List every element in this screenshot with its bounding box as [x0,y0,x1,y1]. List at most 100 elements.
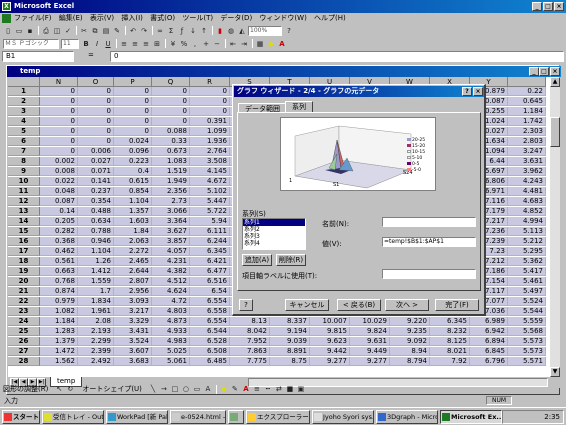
row-header[interactable]: 1 [8,87,40,96]
grid-cell[interactable]: 1.379 [40,337,78,346]
scroll-down-button[interactable]: ▼ [550,367,560,377]
formula-input[interactable]: 0 [110,51,564,62]
grid-cell[interactable]: 5.025 [152,347,190,356]
grid-cell[interactable]: 2.272 [114,247,152,256]
name-box[interactable]: B1 [2,51,74,62]
grid-cell[interactable]: 4.481 [508,187,546,196]
grid-cell[interactable]: 4.983 [152,337,190,346]
close-button[interactable]: × [554,2,564,11]
grid-cell[interactable]: 1.7 [78,287,114,296]
grid-cell[interactable]: 6.554 [190,297,230,306]
grid-cell[interactable]: 2.08 [78,317,114,326]
grid-cell[interactable]: 4.145 [190,167,230,176]
grid-cell[interactable]: 1.84 [114,227,152,236]
row-header[interactable]: 20 [8,277,40,286]
grid-cell[interactable]: 6.508 [190,347,230,356]
menu-tools[interactable]: ツール(T) [182,14,213,22]
grid-cell[interactable]: 2.063 [114,237,152,246]
grid-cell[interactable]: 3.247 [508,147,546,156]
formula-equals[interactable]: = [88,51,94,59]
merge-center-icon[interactable]: ⊞ [152,39,162,49]
textbox-icon[interactable]: ▭ [192,384,202,394]
row-header[interactable]: 19 [8,267,40,276]
grid-cell[interactable]: 4.873 [152,317,190,326]
grid-cell[interactable]: 0.002 [40,157,78,166]
grid-cell[interactable]: 0.096 [114,147,152,156]
decrease-decimal-icon[interactable]: − [212,39,222,49]
open-file-icon[interactable]: ▭ [14,26,24,36]
grid-cell[interactable]: 2.807 [114,277,152,286]
grid-cell[interactable]: 9.277 [310,357,350,366]
bold-icon[interactable]: B [81,39,91,49]
percent-icon[interactable]: % [179,39,189,49]
row-header[interactable]: 18 [8,257,40,266]
row-header[interactable]: 26 [8,337,40,346]
increase-decimal-icon[interactable]: + [201,39,211,49]
grid-cell[interactable]: 4.231 [152,257,190,266]
grid-cell[interactable]: 6.244 [190,237,230,246]
grid-cell[interactable]: 0 [114,107,152,116]
series-item[interactable]: 系列2 [243,226,305,233]
grid-cell[interactable]: 5.102 [190,187,230,196]
grid-cell[interactable]: 0.874 [40,287,78,296]
grid-cell[interactable]: 0 [78,107,114,116]
oval-icon[interactable]: ○ [181,384,191,394]
grid-cell[interactable]: 5.559 [508,317,546,326]
dialog-help-icon[interactable]: ? [462,87,472,96]
dialog-close-icon[interactable]: × [473,87,483,96]
grid-cell[interactable]: 0.663 [40,267,78,276]
line-color-icon[interactable]: ✎ [230,384,240,394]
grid-cell[interactable]: 7.92 [430,357,470,366]
grid-cell[interactable]: 6.796 [470,357,508,366]
grid-cell[interactable]: 0 [190,107,230,116]
row-header[interactable]: 17 [8,247,40,256]
select-objects-icon[interactable]: ↖ [54,384,64,394]
grid-cell[interactable]: 6.516 [190,277,230,286]
grid-cell[interactable]: 0.22 [508,87,546,96]
grid-cell[interactable]: 0.368 [40,237,78,246]
grid-cell[interactable]: 6.477 [190,267,230,276]
grid-cell[interactable]: 0.048 [40,187,78,196]
draw-font-color-icon[interactable]: A [241,384,251,394]
grid-cell[interactable]: 0.354 [78,197,114,206]
grid-cell[interactable]: 5.573 [508,347,546,356]
maximize-button[interactable]: □ [543,2,553,11]
row-header[interactable]: 5 [8,127,40,136]
grid-cell[interactable]: 9.277 [350,357,390,366]
grid-cell[interactable]: 3.431 [114,327,152,336]
row-header[interactable]: 6 [8,137,40,146]
font-color-icon[interactable]: A [277,39,287,49]
borders-icon[interactable]: ▦ [255,39,265,49]
grid-cell[interactable]: 6.345 [190,247,230,256]
comma-icon[interactable]: , [190,39,200,49]
grid-cell[interactable]: 5.461 [508,277,546,286]
draw-menu-button[interactable]: 図形の調整(R) [3,384,48,394]
row-header[interactable]: 11 [8,187,40,196]
grid-cell[interactable]: 5.524 [508,297,546,306]
grid-cell[interactable]: 1.082 [40,307,78,316]
grid-cell[interactable]: 3.631 [508,157,546,166]
redo-icon[interactable]: ↷ [139,26,149,36]
grid-cell[interactable]: 2.764 [190,147,230,156]
grid-cell[interactable]: 1.834 [78,297,114,306]
grid-cell[interactable]: 0 [78,137,114,146]
taskbar-item-active[interactable]: Microsoft Ex... [440,409,502,424]
grid-cell[interactable]: 9.623 [310,337,350,346]
grid-cell[interactable]: 9.449 [350,347,390,356]
taskbar-item[interactable]: 3Dgraph - Micro... [376,409,438,424]
row-header[interactable]: 9 [8,167,40,176]
grid-cell[interactable]: 2.399 [78,347,114,356]
menu-window[interactable]: ウィンドウ(W) [259,14,306,22]
row-header[interactable]: 21 [8,287,40,296]
chart-wizard-icon[interactable]: ▮ [215,26,225,36]
grid-cell[interactable]: 0.088 [152,127,190,136]
grid-cell[interactable]: 4.057 [152,247,190,256]
grid-cell[interactable]: 0 [40,137,78,146]
grid-cell[interactable]: 1.099 [190,127,230,136]
currency-icon[interactable]: ¥ [168,39,178,49]
grid-cell[interactable]: 0.33 [152,137,190,146]
grid-cell[interactable]: 9.631 [350,337,390,346]
hyperlink-icon[interactable]: ∞ [155,26,165,36]
grid-cell[interactable]: 0 [40,87,78,96]
grid-cell[interactable]: 10.007 [310,317,350,326]
